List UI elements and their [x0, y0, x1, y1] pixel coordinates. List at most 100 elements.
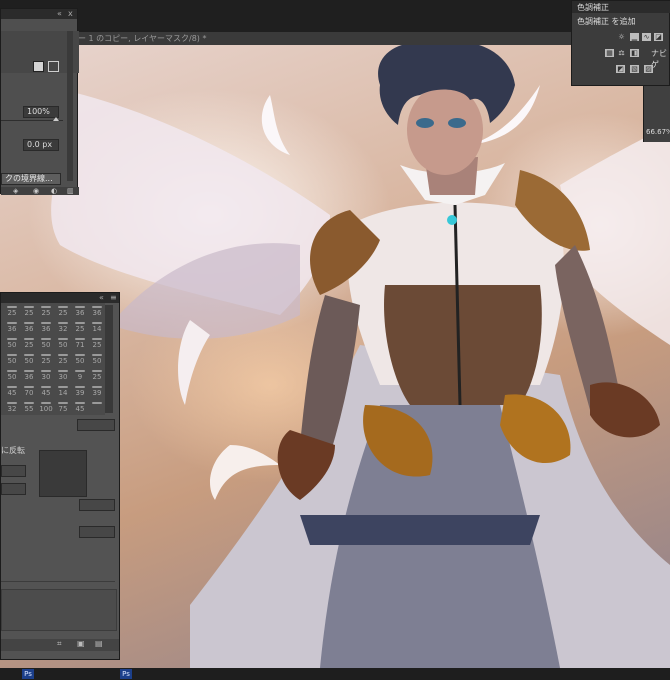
close-icon[interactable]: x: [68, 9, 73, 19]
brush-preset[interactable]: 25: [20, 337, 38, 349]
brush-preset[interactable]: 25: [54, 353, 72, 365]
brush-preset[interactable]: 70: [20, 385, 38, 397]
left-eye: [416, 118, 434, 128]
brush-size-label: 50: [7, 357, 17, 365]
flip-y-checkbox[interactable]: [1, 483, 26, 495]
brush-preset[interactable]: 25: [88, 369, 106, 381]
right-glove: [590, 382, 660, 438]
brush-tip-icon: [7, 386, 17, 388]
brush-preset[interactable]: 50: [71, 353, 89, 365]
apply-mask-icon[interactable]: ◉: [33, 187, 39, 195]
brush-preset[interactable]: 36: [20, 321, 38, 333]
brush-preset[interactable]: 50: [3, 353, 21, 365]
brush-preset[interactable]: 25: [20, 305, 38, 317]
brush-tip-icon: [24, 370, 34, 372]
zoom-level[interactable]: 66.67%: [646, 128, 670, 136]
brush-preset[interactable]: 36: [37, 321, 55, 333]
pixel-mask-icon[interactable]: [33, 61, 44, 72]
brush-tip-icon: [41, 402, 51, 404]
brush-preset[interactable]: 30: [54, 369, 72, 381]
brush-preset[interactable]: 50: [88, 353, 106, 365]
new-brush-icon[interactable]: ▣: [77, 639, 85, 648]
brush-preset[interactable]: 25: [37, 353, 55, 365]
brush-preset[interactable]: 36: [3, 321, 21, 333]
brush-setting-field[interactable]: [77, 419, 115, 431]
brush-preset[interactable]: 9: [71, 369, 89, 381]
brush-preset[interactable]: 45: [71, 401, 89, 413]
brush-preset[interactable]: 100: [37, 401, 55, 413]
brush-preset[interactable]: 50: [20, 353, 38, 365]
gradient-map-icon[interactable]: ▨: [644, 65, 653, 73]
levels-icon[interactable]: ▁: [630, 33, 639, 41]
brush-preset[interactable]: 55: [20, 401, 38, 413]
toggle-mask-icon[interactable]: ◐: [51, 187, 57, 195]
brush-preset[interactable]: 45: [3, 385, 21, 397]
curves-icon[interactable]: ∿: [642, 33, 651, 41]
brush-preset[interactable]: 25: [3, 305, 21, 317]
posterize-icon[interactable]: ▧: [630, 65, 639, 73]
brush-preset[interactable]: 25: [71, 321, 89, 333]
photoshop-icon[interactable]: Ps: [22, 669, 34, 679]
brush-preset[interactable]: 14: [54, 385, 72, 397]
brush-preset[interactable]: 75: [54, 401, 72, 413]
brush-preset[interactable]: 39: [88, 385, 106, 397]
vector-mask-icon[interactable]: [48, 61, 59, 72]
adjustments-tab[interactable]: 色調補正: [577, 2, 609, 13]
brush-preset[interactable]: 25: [88, 337, 106, 349]
brush-tip-icon: [58, 338, 68, 340]
brush-preset[interactable]: 36: [88, 305, 106, 317]
properties-footer: ◈ ◉ ◐ ▥: [1, 187, 79, 195]
adjustments-panel: 色調補正 色調補正 を追加 ☼ ▁ ∿ ◪ ▦ ⚖ ◧ ナビゲ ◩ ▧ ▨: [571, 0, 670, 86]
brush-preset[interactable]: 50: [54, 337, 72, 349]
trash-icon[interactable]: ▥: [67, 187, 74, 195]
density-slider-handle[interactable]: [53, 117, 59, 121]
brush-size-label: 39: [75, 389, 85, 397]
brush-preset[interactable]: 45: [37, 385, 55, 397]
invert-icon[interactable]: ◩: [616, 65, 625, 73]
coat-trim: [300, 515, 540, 545]
brush-size-label: 30: [58, 373, 68, 381]
properties-scrollbar[interactable]: [67, 31, 73, 181]
color-balance-icon[interactable]: ⚖: [617, 49, 626, 57]
flip-x-checkbox[interactable]: [1, 465, 26, 477]
new-preset-icon[interactable]: ▤: [95, 639, 103, 648]
collapse-icon[interactable]: «: [57, 9, 62, 19]
brush-preset[interactable]: 32: [54, 321, 72, 333]
brightness-icon[interactable]: ☼: [617, 33, 626, 41]
brush-preset[interactable]: 36: [71, 305, 89, 317]
angle-field[interactable]: [79, 499, 115, 511]
brush-preset[interactable]: 36: [20, 369, 38, 381]
brush-preset[interactable]: 25: [37, 305, 55, 317]
brush-preview: [39, 450, 87, 497]
document-tab[interactable]: ー 1 のコピー, レイヤーマスク/8) *: [72, 32, 572, 46]
collapse-icon[interactable]: «: [99, 293, 104, 303]
brush-preset[interactable]: 71: [71, 337, 89, 349]
brush-preset[interactable]: 14: [88, 321, 106, 333]
navigator-tab-label[interactable]: ナビゲ: [651, 48, 669, 70]
brush-preset[interactable]: 32: [3, 401, 21, 413]
right-eye: [448, 118, 466, 128]
exposure-icon[interactable]: ◪: [654, 33, 663, 41]
brush-grid-scrollbar[interactable]: [105, 305, 113, 413]
brush-preset[interactable]: 50: [3, 369, 21, 381]
brush-preset[interactable]: 50: [37, 337, 55, 349]
brush-panel-footer: ⌗ ▣ ▤: [1, 639, 119, 651]
brush-preset[interactable]: 25: [54, 305, 72, 317]
brush-preset[interactable]: [88, 401, 106, 412]
panel-menu-icon[interactable]: ≡: [110, 293, 117, 303]
document-tab-title: ー 1 のコピー, レイヤーマスク/8) *: [78, 34, 207, 43]
roundness-field[interactable]: [79, 526, 115, 538]
photoshop-icon[interactable]: Ps: [120, 669, 132, 679]
brush-preset[interactable]: 30: [37, 369, 55, 381]
toggle-preview-icon[interactable]: ⌗: [57, 639, 62, 649]
feather-field[interactable]: 0.0 px: [23, 139, 59, 151]
black-white-icon[interactable]: ◧: [630, 49, 639, 57]
mask-edge-button[interactable]: クの境界線...: [1, 173, 61, 185]
vibrance-icon[interactable]: ▦: [605, 49, 614, 57]
adjustments-tab-strip: 色調補正: [572, 1, 670, 13]
brush-preset[interactable]: 50: [3, 337, 21, 349]
brush-preset[interactable]: 39: [71, 385, 89, 397]
load-selection-icon[interactable]: ◈: [13, 187, 18, 195]
brush-tip-icon: [75, 338, 85, 340]
brush-size-label: 45: [75, 405, 85, 413]
